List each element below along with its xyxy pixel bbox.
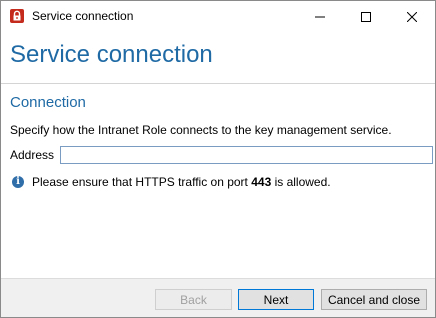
address-label: Address [10, 148, 55, 162]
section-description: Specify how the Intranet Role connects t… [10, 123, 392, 137]
dialog-window: Service connection Service connection Co… [0, 0, 436, 318]
maximize-button[interactable] [343, 1, 389, 32]
window-title: Service connection [32, 9, 134, 23]
title-bar[interactable]: Service connection [1, 1, 435, 32]
header-divider [1, 83, 435, 84]
info-message: Please ensure that HTTPS traffic on port… [32, 175, 331, 189]
close-window-button[interactable] [389, 1, 435, 32]
next-button[interactable]: Next [238, 289, 314, 310]
info-text-after: is allowed. [271, 175, 331, 189]
page-title: Service connection [10, 41, 213, 68]
address-input[interactable] [60, 146, 433, 164]
lock-icon [10, 9, 24, 23]
cancel-and-close-button[interactable]: Cancel and close [321, 289, 427, 310]
section-title: Connection [10, 94, 86, 111]
back-button[interactable]: Back [155, 289, 232, 310]
button-bar: Back Next Cancel and close [1, 278, 435, 317]
minimize-button[interactable] [297, 1, 343, 32]
maximize-icon [361, 11, 371, 22]
close-icon [407, 11, 417, 22]
info-port: 443 [251, 175, 272, 189]
info-text-before: Please ensure that HTTPS traffic on port [32, 175, 252, 189]
info-icon: i [12, 176, 24, 188]
minimize-icon [315, 16, 325, 17]
